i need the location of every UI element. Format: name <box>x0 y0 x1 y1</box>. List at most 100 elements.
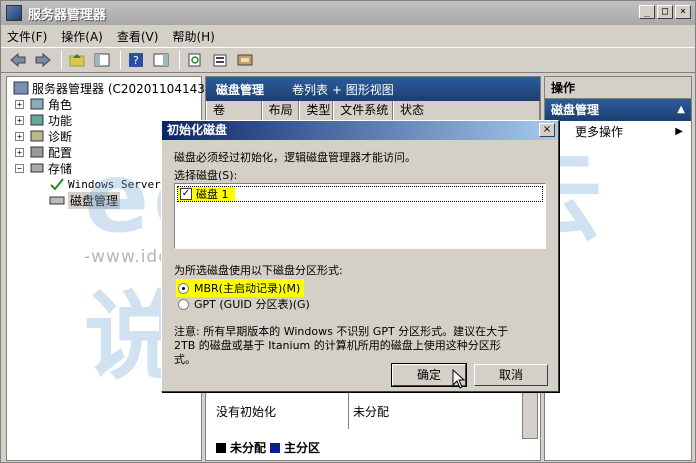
properties-icon[interactable] <box>209 50 231 70</box>
initialize-disk-dialog: 初始化磁盘 × 磁盘必须经过初始化，逻辑磁盘管理器才能访问。 选择磁盘(S): … <box>161 120 559 392</box>
mbr-radio[interactable] <box>178 282 189 294</box>
mouse-cursor-icon <box>452 368 466 394</box>
actions-pane: 操作 磁盘管理 ▲ 更多操作 ▶ <box>544 76 692 461</box>
column-layout[interactable]: 布局 <box>261 101 300 120</box>
tree-item-disk-management[interactable]: 磁盘管理 <box>49 191 121 209</box>
legend-label-primary: 主分区 <box>284 441 321 455</box>
expand-icon[interactable]: + <box>15 99 24 109</box>
legend: 未分配 主分区 <box>212 439 320 456</box>
gpt-label: GPT (GUID 分区表)(G) <box>194 298 310 311</box>
actions-section[interactable]: 磁盘管理 ▲ <box>545 99 691 121</box>
panel-header: 磁盘管理 卷列表 + 图形视图 <box>206 77 540 101</box>
disk-list[interactable]: ✓ 磁盘 1 <box>174 183 546 249</box>
column-type[interactable]: 类型 <box>299 101 334 120</box>
menu-file[interactable]: 文件(F) <box>7 28 47 45</box>
panel-subtitle: 卷列表 + 图形视图 <box>292 82 394 97</box>
close-button[interactable]: × <box>675 5 691 19</box>
toolbar: ? <box>1 47 695 73</box>
disk-1-highlight: ✓ 磁盘 1 <box>178 187 235 201</box>
disk-1-checkbox[interactable]: ✓ <box>180 188 192 200</box>
minimize-button[interactable]: _ <box>639 5 655 19</box>
mbr-option[interactable]: MBR(主启动记录)(M) <box>176 279 305 297</box>
gpt-radio[interactable] <box>178 298 189 310</box>
tree-root[interactable]: 服务器管理器 (C2020110414307 <box>13 80 220 96</box>
expand-icon[interactable]: + <box>15 147 24 157</box>
mbr-highlight: MBR(主启动记录)(M) <box>176 279 305 297</box>
unallocated-partition[interactable]: 未分配 <box>348 389 522 429</box>
disk-list-item[interactable]: ✓ 磁盘 1 <box>177 186 543 202</box>
toolbar-separator <box>61 51 62 69</box>
mbr-label: MBR(主启动记录)(M) <box>194 282 301 295</box>
tree-item-windows-server-backup[interactable]: Windows Server <box>49 176 161 192</box>
column-status[interactable]: 状态 <box>392 101 540 120</box>
disk-management-icon <box>49 196 65 205</box>
dialog-title-bar: 初始化磁盘 × <box>162 121 558 140</box>
forward-arrow-icon[interactable] <box>32 50 54 70</box>
server-manager-icon <box>6 5 22 21</box>
disk-settings-icon[interactable] <box>234 50 256 70</box>
volume-list-header: 卷 布局 类型 文件系统 状态 <box>206 101 540 121</box>
up-folder-icon[interactable] <box>66 50 88 70</box>
back-arrow-icon[interactable] <box>7 50 29 70</box>
legend-swatch-unallocated <box>216 442 226 453</box>
tree-item-roles[interactable]: + 角色 <box>15 96 72 112</box>
toolbar-separator <box>120 51 121 69</box>
title-bar: 服务器管理器 _ □ × <box>1 1 695 25</box>
disk-graphic-row: 没有初始化 未分配 <box>212 389 522 429</box>
refresh-icon[interactable] <box>184 50 206 70</box>
tree-item-storage[interactable]: − 存储 <box>15 160 72 176</box>
svg-text:?: ? <box>133 54 139 67</box>
menu-action[interactable]: 操作(A) <box>61 28 103 45</box>
gpt-option[interactable]: GPT (GUID 分区表)(G) <box>176 296 310 312</box>
expand-icon[interactable]: + <box>15 115 24 125</box>
window-controls: _ □ × <box>639 5 691 19</box>
tree-item-label: Windows Server <box>68 177 161 191</box>
note-line-3: 式。 <box>174 353 196 366</box>
dialog-intro: 磁盘必须经过初始化，逻辑磁盘管理器才能访问。 <box>174 151 416 164</box>
diagnostics-icon <box>30 130 44 142</box>
tree-item-diagnostics[interactable]: + 诊断 <box>15 128 72 144</box>
storage-icon <box>30 163 44 173</box>
menu-bar: 文件(F) 操作(A) 查看(V) 帮助(H) <box>1 25 695 47</box>
panel-title: 磁盘管理 <box>216 82 265 97</box>
toolbar-separator <box>179 51 180 69</box>
column-file-system[interactable]: 文件系统 <box>333 101 393 120</box>
show-hide-tree-icon[interactable] <box>91 50 113 70</box>
configuration-icon <box>30 146 44 158</box>
partition-style-label: 为所选磁盘使用以下磁盘分区形式: <box>174 264 343 277</box>
maximize-button[interactable]: □ <box>657 5 673 19</box>
chevron-right-icon: ▶ <box>675 126 683 137</box>
dialog-title: 初始化磁盘 <box>167 123 228 137</box>
more-actions-label: 更多操作 <box>575 125 624 139</box>
collapse-up-icon[interactable]: ▲ <box>677 99 685 121</box>
menu-help[interactable]: 帮助(H) <box>172 28 214 45</box>
legend-swatch-primary <box>270 442 281 453</box>
show-hide-action-pane-icon[interactable] <box>150 50 172 70</box>
tree-item-label: 存储 <box>48 161 73 176</box>
actions-header: 操作 <box>545 77 691 99</box>
tree-item-label: 角色 <box>48 97 73 112</box>
expand-icon[interactable]: + <box>15 131 24 141</box>
more-actions-item[interactable]: 更多操作 ▶ <box>545 121 691 143</box>
roles-icon <box>30 98 44 110</box>
menu-view[interactable]: 查看(V) <box>117 28 159 45</box>
dialog-close-button[interactable]: × <box>539 123 555 137</box>
select-disk-label: 选择磁盘(S): <box>174 169 238 182</box>
tree-item-label: 配置 <box>48 145 73 160</box>
note-line-2: 2TB 的磁盘或基于 Itanium 的计算机所用的磁盘上使用这种分区形 <box>174 339 501 352</box>
tree-item-features[interactable]: + 功能 <box>15 112 72 128</box>
help-icon[interactable]: ? <box>125 50 147 70</box>
column-volume[interactable]: 卷 <box>206 101 262 120</box>
tree-root-label: 服务器管理器 (C2020110414307 <box>32 81 221 96</box>
tree-item-configuration[interactable]: + 配置 <box>15 144 72 160</box>
disk-status: 没有初始化 <box>216 405 277 419</box>
features-icon <box>30 114 44 126</box>
collapse-icon[interactable]: − <box>15 163 24 173</box>
window-title: 服务器管理器 <box>28 7 107 23</box>
cancel-button[interactable]: 取消 <box>474 364 548 386</box>
backup-icon <box>50 178 64 191</box>
legend-label-unallocated: 未分配 <box>230 441 267 455</box>
tree-item-label: 功能 <box>48 113 73 128</box>
tree-item-label: 磁盘管理 <box>68 191 121 209</box>
server-icon <box>13 81 29 95</box>
